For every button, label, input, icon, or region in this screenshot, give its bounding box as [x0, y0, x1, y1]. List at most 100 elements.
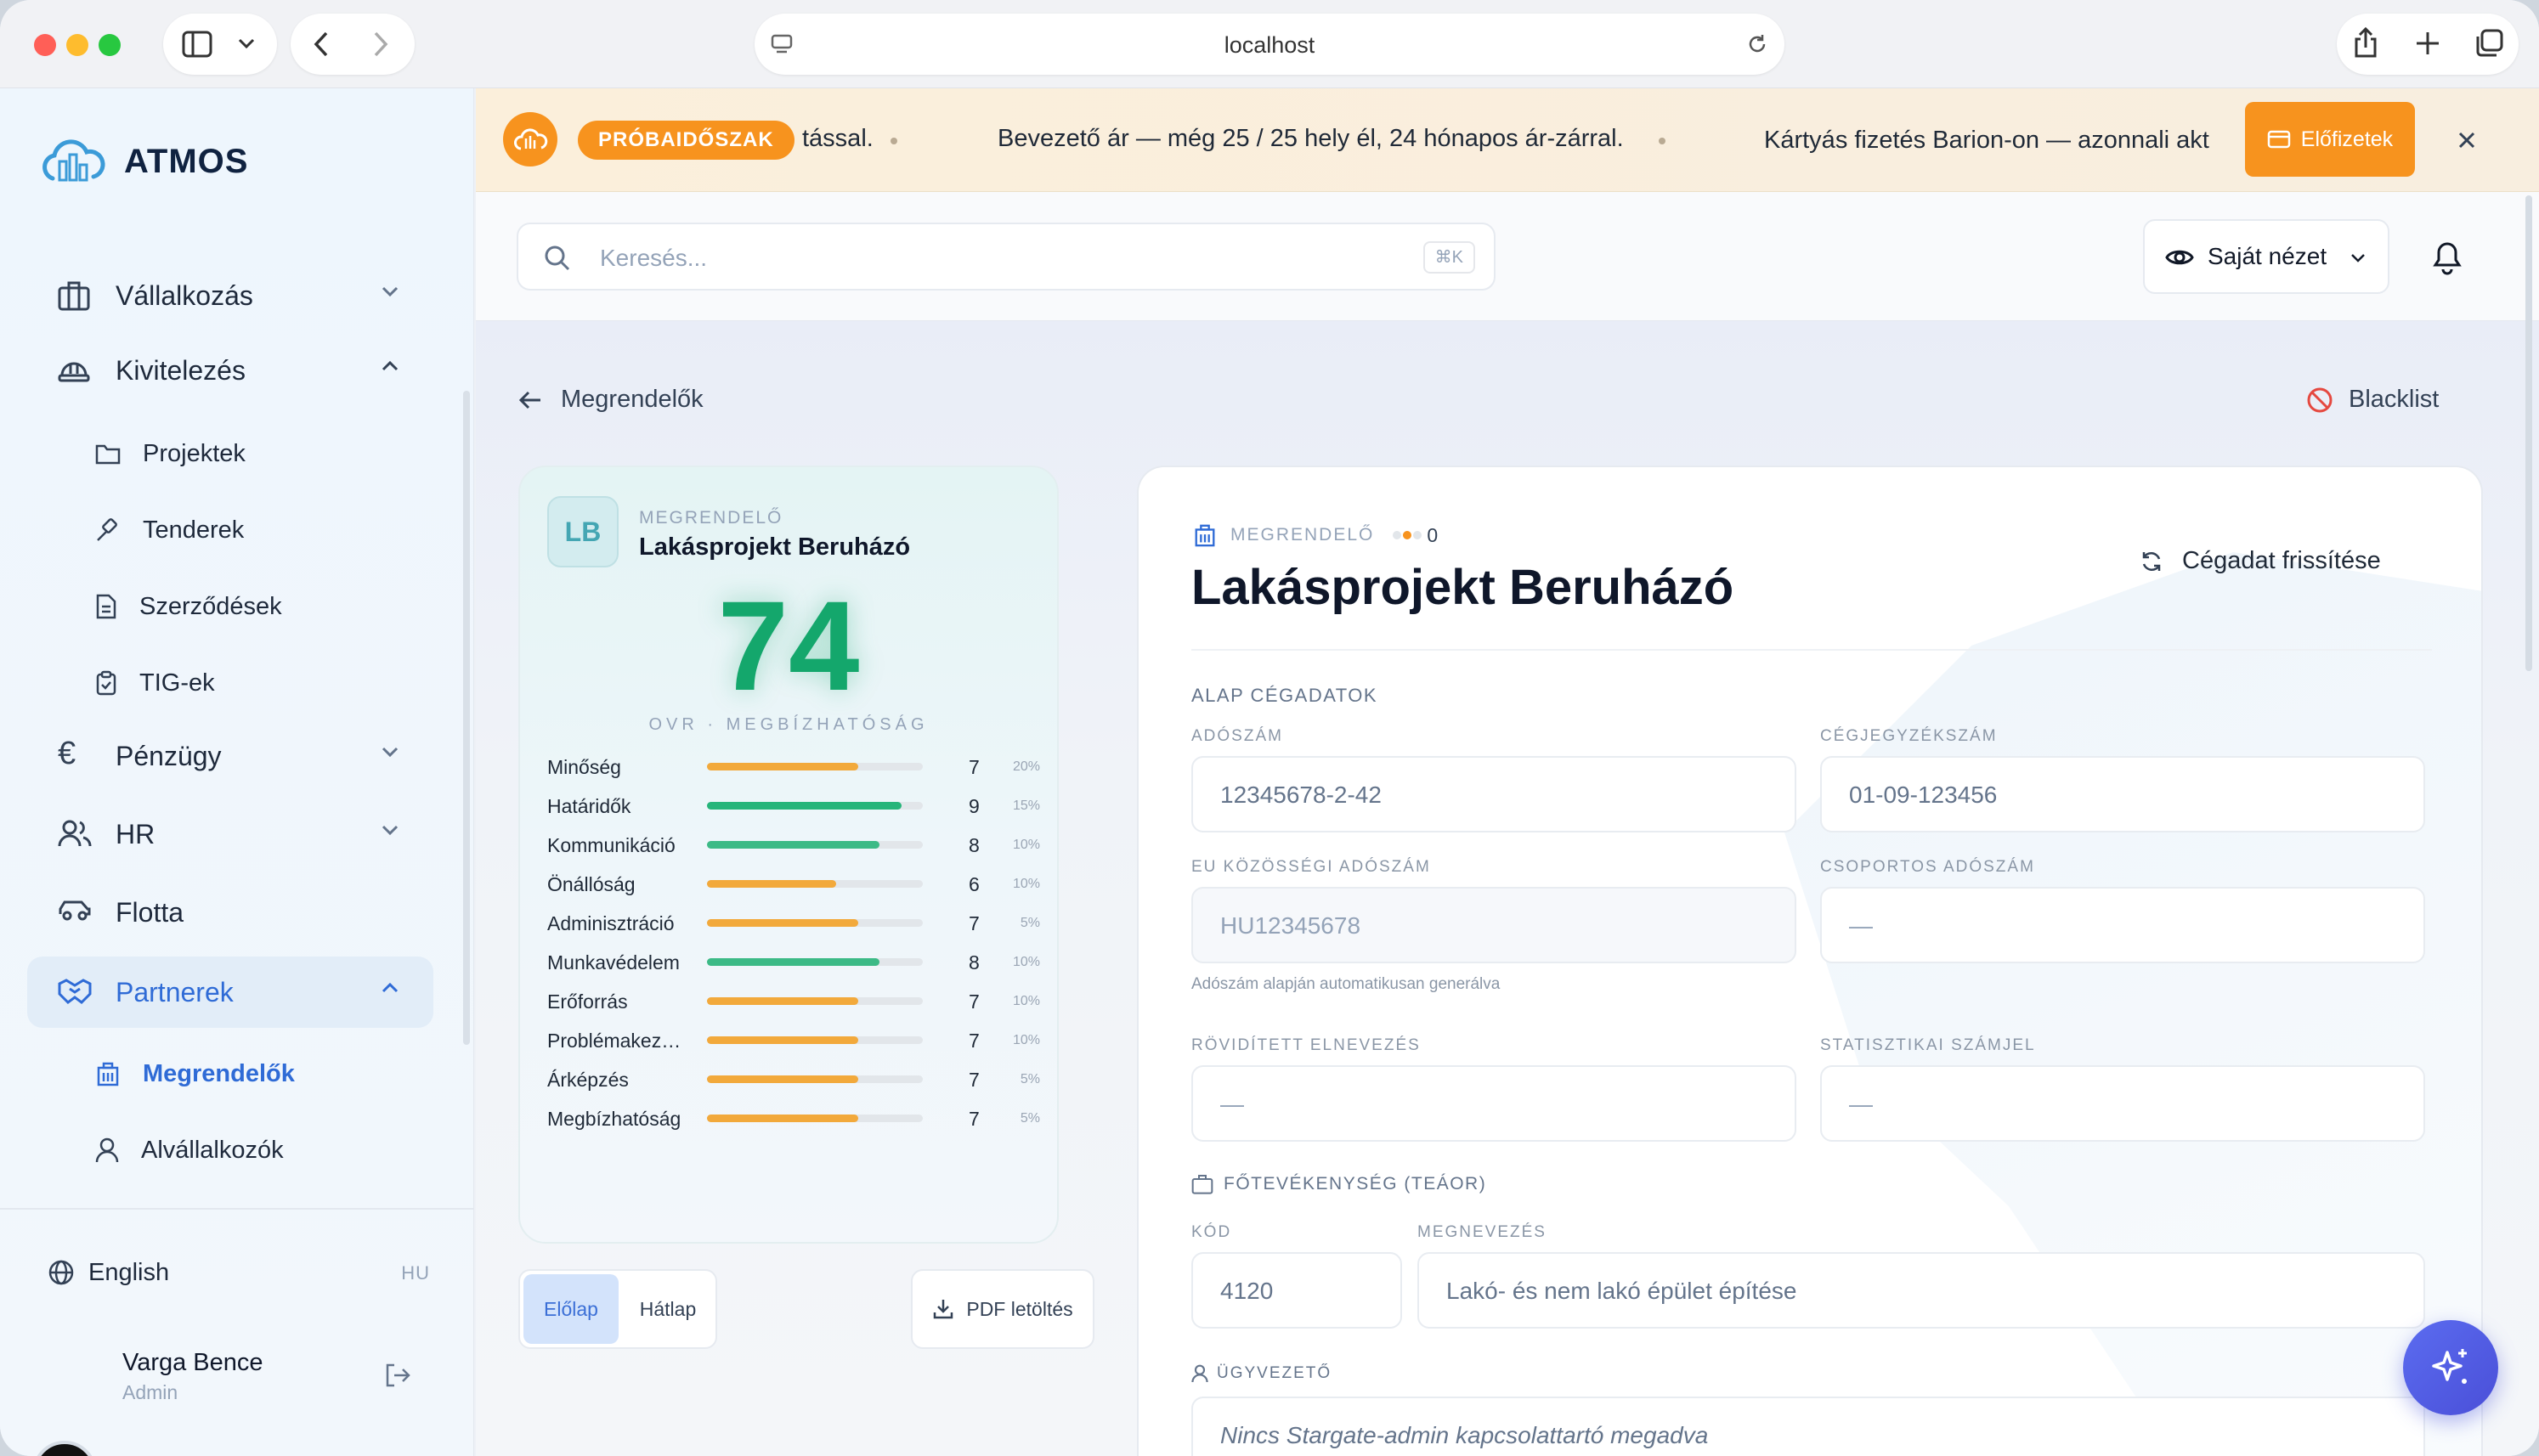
user-role: Admin: [122, 1381, 178, 1403]
eu-tax-number-label: EU KÖZÖSSÉGI ADÓSZÁM: [1191, 858, 1431, 876]
refresh-label: Cégadat frissítése: [2182, 547, 2381, 574]
group-tax-number-field[interactable]: —: [1820, 887, 2425, 963]
share-icon[interactable]: [2352, 26, 2379, 59]
forward-arrow-icon[interactable]: [372, 31, 389, 58]
metric-bar: [707, 880, 923, 888]
globe-icon: [48, 1260, 74, 1285]
sidebar-item-label: Projektek: [143, 439, 246, 467]
tab-front[interactable]: Előlap: [523, 1274, 619, 1344]
divider: [1191, 649, 2432, 651]
back-link[interactable]: Megrendelők: [518, 386, 704, 414]
sidebar-toggle-button[interactable]: [163, 14, 277, 75]
overall-score: 74: [717, 574, 860, 717]
sidebar-subitem-projektek[interactable]: Projektek: [95, 428, 246, 479]
registration-number-field[interactable]: 01-09-123456: [1820, 756, 2425, 832]
back-arrow-icon[interactable]: [313, 31, 330, 58]
metric-value: 8: [969, 834, 980, 856]
group-tax-number-value: —: [1849, 912, 1873, 939]
short-name-value: —: [1220, 1091, 1244, 1117]
sidebar: ATMOS Vállalkozás Kivitelezés Projektek …: [0, 88, 474, 1456]
divider: [0, 1208, 473, 1210]
activity-name-label: MEGNEVEZÉS: [1417, 1223, 1547, 1241]
close-window-button[interactable]: [34, 34, 56, 56]
sidebar-item-flotta[interactable]: Flotta: [27, 877, 433, 948]
trial-badge: PRÓBAIDŐSZAK: [578, 121, 794, 160]
sidebar-item-vallalkozas[interactable]: Vállalkozás: [27, 260, 433, 331]
status-dot: [1413, 531, 1422, 539]
sidebar-item-penzugy[interactable]: € Pénzügy: [27, 720, 433, 792]
hard-hat-icon: [58, 362, 90, 382]
metric-bar-fill: [707, 841, 880, 849]
metric-bar: [707, 997, 923, 1005]
short-name-field[interactable]: —: [1191, 1065, 1796, 1142]
metric-weight: 20%: [1012, 759, 1040, 774]
minimize-window-button[interactable]: [66, 34, 88, 56]
avatar[interactable]: N: [32, 1441, 97, 1456]
overall-score-label: OVR · MEGBÍZHATÓSÁG: [648, 715, 929, 734]
metric-bar: [707, 802, 923, 810]
tax-number-field[interactable]: 12345678-2-42: [1191, 756, 1796, 832]
sidebar-item-kivitelezes[interactable]: Kivitelezés: [27, 335, 433, 406]
sidebar-item-hr[interactable]: HR: [27, 799, 433, 870]
address-bar[interactable]: localhost: [755, 14, 1784, 75]
bell-icon[interactable]: [2430, 238, 2464, 275]
metric-row: Minőség 7 20%: [547, 754, 1040, 780]
metric-weight: 5%: [1020, 1072, 1040, 1086]
language-code: HU: [401, 1262, 430, 1284]
atmos-logo-icon: [514, 128, 548, 150]
search-input[interactable]: Keresés... ⌘K: [517, 223, 1496, 291]
activity-name-field[interactable]: Lakó- és nem lakó épület építése: [1417, 1252, 2425, 1329]
sidebar-subitem-tenderek[interactable]: Tenderek: [95, 505, 244, 556]
sidebar-item-partnerek[interactable]: Partnerek: [27, 957, 433, 1028]
metric-row: Problémakezel... 7 10%: [547, 1028, 1040, 1053]
sidebar-scrollbar[interactable]: [463, 391, 470, 1045]
tabs-overview-icon[interactable]: [2474, 29, 2503, 58]
atmos-logo-icon: [42, 139, 105, 182]
ceo-value: Nincs Stargate-admin kapcsolattartó mega…: [1220, 1422, 1709, 1448]
tax-number-label: ADÓSZÁM: [1191, 727, 1283, 745]
chevron-down-icon: [382, 747, 399, 758]
activity-code-label: KÓD: [1191, 1223, 1232, 1241]
logout-icon[interactable]: [384, 1363, 411, 1388]
tab-back[interactable]: Hátlap: [622, 1274, 714, 1344]
zoom-window-button[interactable]: [99, 34, 121, 56]
sidebar-subitem-alvallalkozok[interactable]: Alvállalkozók: [95, 1125, 284, 1176]
metric-label: Adminisztráció: [547, 912, 675, 934]
briefcase-icon: [1191, 1175, 1213, 1194]
ai-assistant-button[interactable]: [2403, 1320, 2498, 1415]
new-tab-icon[interactable]: [2415, 31, 2440, 56]
reload-icon[interactable]: [1745, 32, 1769, 56]
activity-code-field[interactable]: 4120: [1191, 1252, 1402, 1329]
sparkles-icon: [2432, 1349, 2467, 1384]
eu-tax-number-hint: Adószám alapján automatikusan generálva: [1191, 975, 1501, 993]
sidebar-subitem-megrendelok[interactable]: Megrendelők: [95, 1048, 295, 1099]
user-name: Varga Bence: [122, 1349, 263, 1376]
subscribe-button[interactable]: Előfizetek: [2245, 102, 2415, 177]
registration-number-label: CÉGJEGYZÉKSZÁM: [1820, 727, 1998, 745]
browser-actions: [2337, 14, 2519, 75]
document-icon: [96, 594, 116, 619]
status-dot-active: [1403, 531, 1412, 539]
chevron-up-icon: [382, 982, 399, 993]
brand-logo[interactable]: ATMOS: [39, 134, 248, 189]
sidebar-subitem-szerzodesek[interactable]: Szerződések: [95, 581, 282, 632]
sidebar-item-label: Pénzügy: [116, 740, 222, 771]
view-selector[interactable]: Saját nézet: [2143, 219, 2389, 294]
refresh-company-data-button[interactable]: Cégadat frissítése: [2140, 547, 2381, 575]
page-scrollbar[interactable]: [2525, 195, 2532, 671]
sidebar-subitem-tig[interactable]: TIG-ek: [95, 657, 215, 708]
pdf-download-button[interactable]: PDF letöltés: [911, 1269, 1094, 1349]
blacklist-button[interactable]: Blacklist: [2306, 386, 2439, 414]
metric-bar-fill: [707, 919, 858, 927]
euro-icon: €: [58, 736, 76, 771]
metric-bar-fill: [707, 997, 858, 1005]
metric-weight: 10%: [1012, 1033, 1040, 1047]
language-switcher[interactable]: English HU: [48, 1252, 430, 1295]
metric-value: 9: [969, 795, 980, 817]
statistical-code-field[interactable]: —: [1820, 1065, 2425, 1142]
ceo-field[interactable]: Nincs Stargate-admin kapcsolattartó mega…: [1191, 1397, 2425, 1456]
close-icon[interactable]: [2457, 131, 2476, 150]
metric-weight: 10%: [1012, 994, 1040, 1008]
separator-dot: [891, 138, 897, 144]
subscribe-label: Előfizetek: [2300, 127, 2394, 151]
